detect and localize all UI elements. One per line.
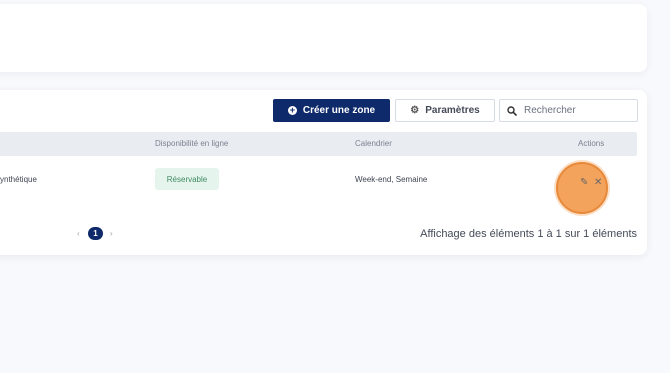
create-zone-button[interactable]: + Créer une zone <box>273 99 390 122</box>
settings-button[interactable]: ⚙ Paramètres <box>395 99 495 122</box>
settings-label: Paramètres <box>425 105 480 116</box>
status-badge: Réservable <box>155 168 219 190</box>
pagination-info: Affichage des éléments 1 à 1 sur 1 éléme… <box>420 228 637 240</box>
row-name-cell: ynthétique <box>0 175 37 184</box>
close-icon[interactable]: ✕ <box>594 178 602 188</box>
table-header <box>0 132 637 156</box>
create-zone-label: Créer une zone <box>302 105 376 116</box>
gear-icon: ⚙ <box>410 105 420 116</box>
column-header-availability: Disponibilité en ligne <box>155 139 229 148</box>
row-calendar-cell: Week-end, Semaine <box>355 175 428 184</box>
column-header-calendar: Calendrier <box>355 139 392 148</box>
column-header-actions: Actions <box>578 139 605 148</box>
search-input[interactable] <box>524 105 629 116</box>
plus-circle-icon: + <box>287 105 297 115</box>
search-box <box>499 99 638 122</box>
click-highlight <box>556 162 608 214</box>
pagination-page-1[interactable]: 1 <box>88 227 103 240</box>
pencil-icon[interactable]: ✎ <box>580 178 588 188</box>
pagination-next[interactable]: › <box>110 229 113 238</box>
pagination-prev[interactable]: ‹ <box>77 229 80 238</box>
top-card <box>0 4 647 72</box>
search-icon <box>507 105 517 116</box>
